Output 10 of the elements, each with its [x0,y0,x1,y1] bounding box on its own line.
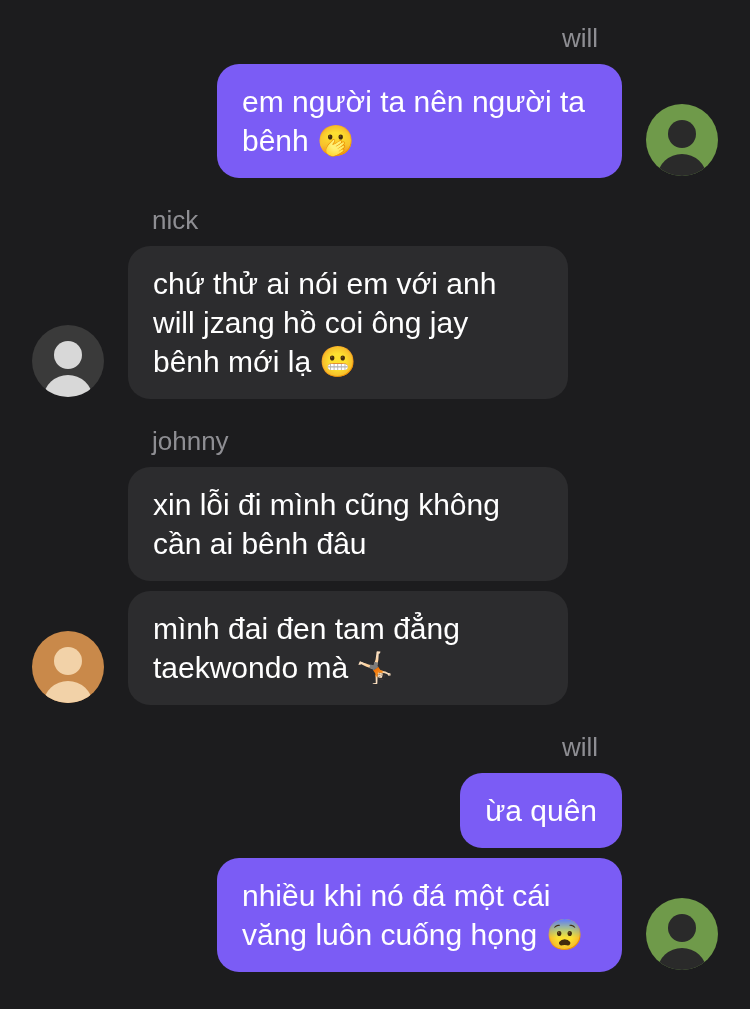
sender-name: nick [151,204,199,236]
sender-name: will [561,731,599,763]
message-bubble: nhiều khi nó đá một cái văng luôn cuống họng 😨 [217,858,622,972]
message-bubble: em người ta nên người ta bênh 🫢 [217,64,622,178]
message-bubble: mình đai đen tam đẳng taekwondo mà 🤸🏻 [128,591,568,705]
message-bubble: ừa quên [460,773,622,848]
sender-name: will [561,22,599,54]
sender-name: johnny [150,425,229,457]
message-bubble: xin lỗi đi mình cũng không cần ai bênh đâu [128,467,568,581]
message-bubble: chứ thử ai nói em với anh will jzang hồ coi ông jay bênh mới lạ 😬 [128,246,568,399]
